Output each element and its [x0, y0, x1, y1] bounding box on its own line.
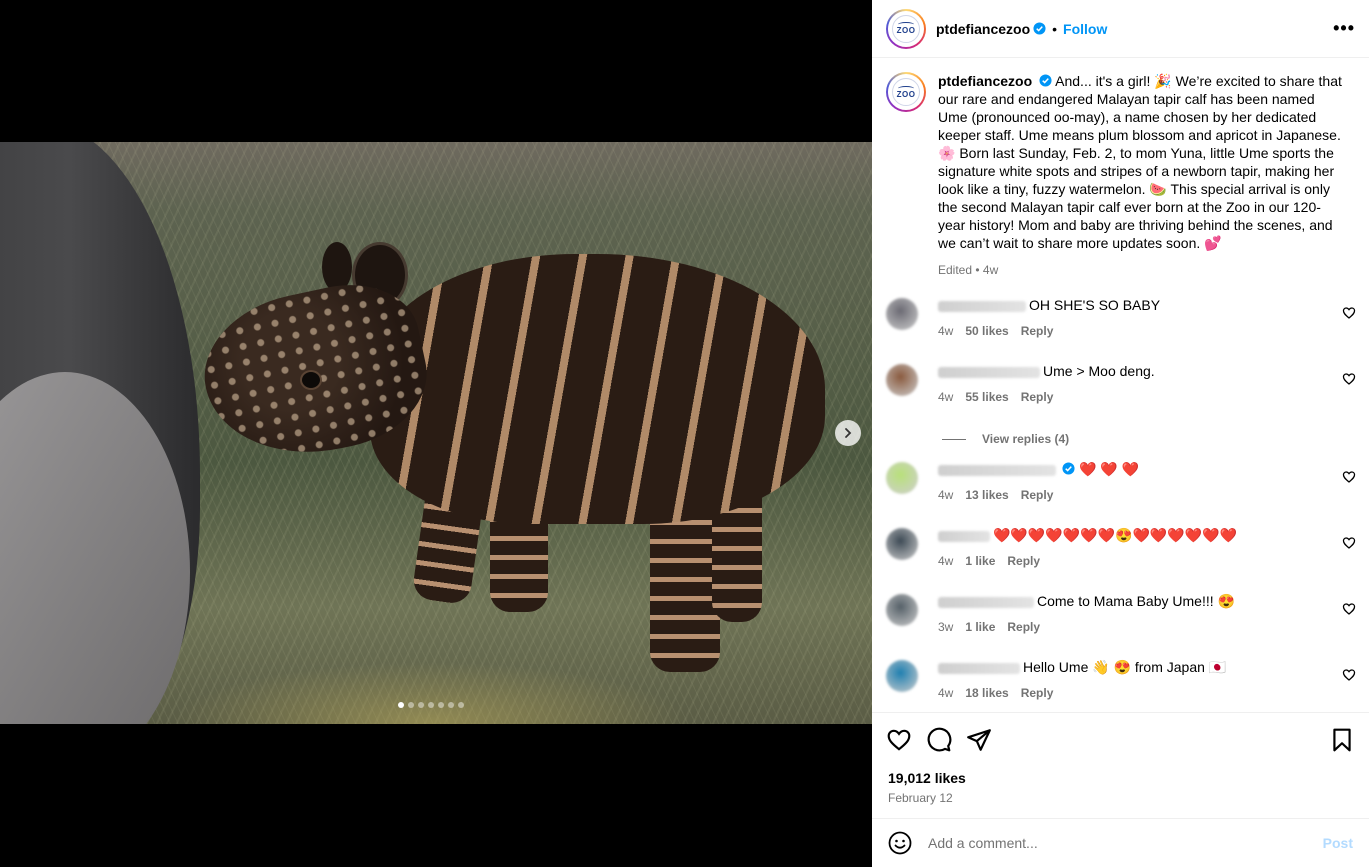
commenter-avatar[interactable] [886, 462, 918, 494]
commenter-username[interactable] [938, 464, 1056, 476]
comment-row: Ume > Moo deng. 4w 55 likes Reply [886, 362, 1356, 404]
commenter-username[interactable] [938, 530, 990, 542]
comment-like-count[interactable]: 1 like [965, 554, 995, 568]
carousel-dot [428, 702, 434, 708]
calf-body [370, 254, 825, 524]
comment-row: ❤️❤️❤️❤️❤️❤️❤️😍❤️❤️❤️❤️❤️❤️ 4w 1 like Reply [886, 526, 1356, 568]
comment-row: OH SHE'S SO BABY 4w 50 likes Reply [886, 296, 1356, 338]
zoo-logo-icon: ZOO [892, 78, 920, 106]
next-slide-button[interactable] [835, 420, 861, 446]
view-replies-button[interactable]: View replies (4) [942, 432, 1069, 446]
carousel-dot [398, 702, 404, 708]
carousel-dot [438, 702, 444, 708]
calf-eye [300, 370, 322, 390]
carousel-indicator [398, 702, 464, 708]
post-date[interactable]: February 12 [872, 791, 1369, 805]
author-avatar[interactable]: ZOO [886, 72, 926, 112]
commenter-avatar[interactable] [886, 528, 918, 560]
comment-text: OH SHE'S SO BABY [1029, 297, 1161, 313]
comment-text: Come to Mama Baby Ume!!! 😍 [1037, 593, 1235, 609]
caption: ZOO ptdefiancezoo And... it's a girl! 🎉 … [872, 58, 1369, 279]
carousel-dot [418, 702, 424, 708]
comment-composer: Post [872, 818, 1369, 867]
comment-like-count[interactable]: 18 likes [965, 686, 1008, 700]
follow-button[interactable]: Follow [1063, 21, 1107, 37]
post-header: ZOO ptdefiancezoo • Follow ••• [872, 0, 1369, 58]
reply-button[interactable]: Reply [1021, 324, 1054, 338]
chevron-right-icon [845, 428, 852, 438]
comment-text: Ume > Moo deng. [1043, 363, 1155, 379]
post-photo[interactable] [0, 142, 872, 724]
comment-like-heart-icon[interactable] [1342, 668, 1356, 682]
comment-age: 4w [938, 686, 954, 700]
comment-like-heart-icon[interactable] [1342, 470, 1356, 484]
reply-button[interactable]: Reply [1007, 620, 1040, 634]
media-viewer [0, 0, 872, 867]
comments-scroll[interactable]: ZOO ptdefiancezoo And... it's a girl! 🎉 … [872, 58, 1369, 712]
commenter-avatar[interactable] [886, 298, 918, 330]
comment-icon[interactable] [926, 727, 952, 753]
reply-button[interactable]: Reply [1021, 390, 1054, 404]
comment-like-heart-icon[interactable] [1342, 372, 1356, 386]
more-options-icon[interactable]: ••• [1333, 18, 1355, 39]
carousel-dot [458, 702, 464, 708]
like-heart-icon[interactable] [886, 727, 912, 753]
reply-button[interactable]: Reply [1007, 554, 1040, 568]
comment-age: 4w [938, 554, 954, 568]
comment-text: ❤️ ❤️ ❤️ [1079, 461, 1140, 477]
separator: • [1052, 20, 1058, 37]
comment-like-count[interactable]: 1 like [965, 620, 995, 634]
carousel-dot [408, 702, 414, 708]
view-replies-label: View replies (4) [982, 432, 1070, 446]
comment-text: ❤️❤️❤️❤️❤️❤️❤️😍❤️❤️❤️❤️❤️❤️ [993, 527, 1238, 543]
post-panel: ZOO ptdefiancezoo • Follow ••• ZOO ptdef… [872, 0, 1369, 867]
save-bookmark-icon[interactable] [1329, 727, 1355, 753]
commenter-avatar[interactable] [886, 594, 918, 626]
share-icon[interactable] [966, 727, 992, 753]
zoo-logo-icon: ZOO [892, 14, 920, 43]
caption-text: And... it's a girl! 🎉 We’re excited to s… [938, 73, 1342, 251]
post-button[interactable]: Post [1323, 835, 1353, 851]
commenter-username[interactable] [938, 596, 1034, 608]
comment-like-heart-icon[interactable] [1342, 602, 1356, 616]
comment-age: 3w [938, 620, 954, 634]
comment-like-count[interactable]: 55 likes [965, 390, 1008, 404]
comment-like-heart-icon[interactable] [1342, 536, 1356, 550]
carousel-dot [448, 702, 454, 708]
comment-row: Hello Ume 👋 😍 from Japan 🇯🇵 4w 18 likes Rep… [886, 658, 1356, 700]
verified-badge-icon [1033, 22, 1046, 35]
comment-age: 4w [938, 324, 954, 338]
emoji-picker-icon[interactable] [888, 831, 912, 855]
reply-button[interactable]: Reply [1021, 686, 1054, 700]
commenter-avatar[interactable] [886, 364, 918, 396]
verified-badge-icon [1039, 74, 1052, 87]
comment-text: Hello Ume 👋 😍 from Japan 🇯🇵 [1023, 659, 1227, 675]
comment-like-count[interactable]: 50 likes [965, 324, 1008, 338]
commenter-username[interactable] [938, 366, 1040, 378]
like-count[interactable]: 19,012 likes [872, 770, 1369, 786]
comment-row: ❤️ ❤️ ❤️ 4w 13 likes Reply [886, 460, 1356, 502]
comment-like-heart-icon[interactable] [1342, 306, 1356, 320]
caption-username[interactable]: ptdefiancezoo [938, 73, 1032, 89]
reply-button[interactable]: Reply [1021, 488, 1054, 502]
verified-badge-icon [1062, 462, 1075, 475]
comment-input[interactable] [928, 835, 1288, 851]
commenter-username[interactable] [938, 300, 1026, 312]
comment-age: 4w [938, 488, 954, 502]
comment-age: 4w [938, 390, 954, 404]
comment-like-count[interactable]: 13 likes [965, 488, 1008, 502]
author-avatar[interactable]: ZOO [886, 8, 926, 49]
commenter-avatar[interactable] [886, 660, 918, 692]
author-username[interactable]: ptdefiancezoo [936, 21, 1030, 37]
light-glow [170, 662, 690, 724]
caption-meta: Edited • 4w [938, 263, 999, 277]
commenter-username[interactable] [938, 662, 1020, 674]
comment-row: Come to Mama Baby Ume!!! 😍 3w 1 like Reply [886, 592, 1356, 634]
action-bar: 19,012 likes February 12 [872, 712, 1369, 805]
